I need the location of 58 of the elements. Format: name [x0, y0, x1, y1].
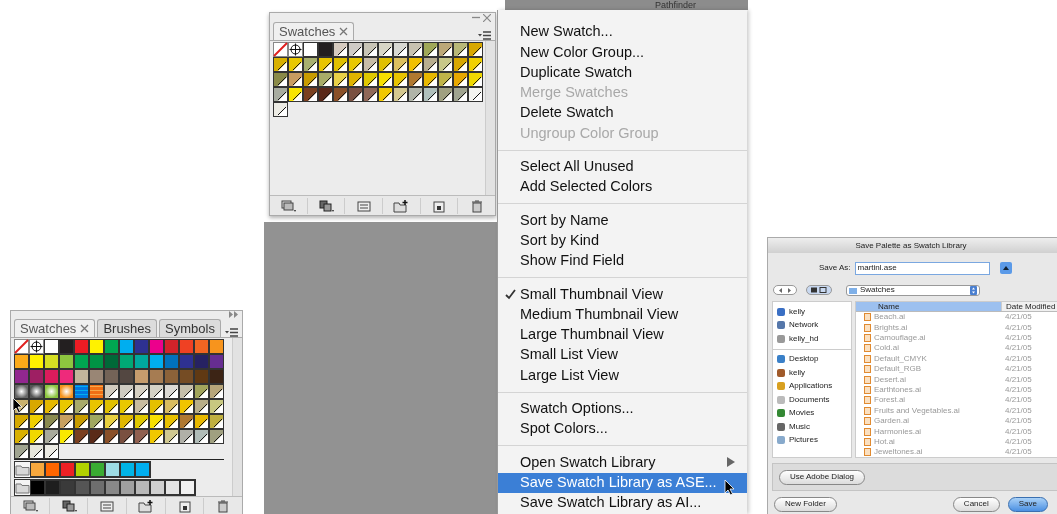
- file-date: 4/21/05: [1004, 321, 1032, 334]
- file-date: 4/21/05: [1004, 394, 1032, 407]
- file-date: 4/21/05: [1004, 352, 1032, 365]
- menu-item[interactable]: Save Swatch Library as ASE...: [498, 472, 747, 493]
- file-date: 4/21/05: [1004, 311, 1032, 324]
- file-date: 4/21/05: [1004, 332, 1032, 344]
- panel-title: Pathfinder: [655, 0, 697, 10]
- menu-item[interactable]: New Color Group...: [498, 42, 747, 63]
- menu-item[interactable]: Delete Swatch: [498, 103, 747, 124]
- dialog-button[interactable]: Save: [1007, 496, 1048, 512]
- menu-item[interactable]: Select All Unused: [498, 156, 747, 178]
- menu-item[interactable]: Show Find Field: [498, 250, 747, 272]
- dialog-button[interactable]: New Folder: [774, 496, 837, 512]
- sidebar-item[interactable]: kelly: [773, 366, 851, 380]
- sidebar-item[interactable]: kelly_hd: [773, 332, 851, 346]
- sidebar-item[interactable]: Documents: [773, 393, 851, 407]
- file-date: 4/21/05: [1004, 404, 1032, 417]
- file-date: 4/21/05: [1004, 363, 1032, 376]
- menu-item[interactable]: Spot Colors...: [498, 419, 747, 440]
- sidebar-item[interactable]: Movies: [773, 406, 851, 420]
- file-date: 4/21/05: [1004, 446, 1032, 459]
- sidebar-item[interactable]: Desktop: [773, 352, 851, 366]
- file-date: 4/21/05: [1004, 435, 1032, 448]
- sidebar-item[interactable]: Music: [773, 420, 851, 434]
- menu-item[interactable]: Add Selected Colors: [498, 177, 747, 198]
- menu-item[interactable]: Sort by Name: [498, 210, 747, 231]
- file-date: 4/21/05: [1004, 383, 1032, 396]
- save-as-field[interactable]: martinl.ase: [854, 261, 990, 275]
- panel-tab[interactable]: Swatches: [14, 319, 96, 338]
- sidebar-item[interactable]: Applications: [773, 379, 851, 393]
- save-as-label: Save As:: [819, 262, 851, 274]
- menu-item[interactable]: Large Thumbnail View: [498, 324, 747, 346]
- menu-item[interactable]: New Swatch...: [498, 22, 747, 43]
- dialog-button[interactable]: Cancel: [952, 496, 1000, 512]
- menu-item[interactable]: Duplicate Swatch: [498, 62, 747, 83]
- sidebar-item[interactable]: kelly: [773, 305, 851, 319]
- file-date: 4/21/05: [1004, 373, 1032, 386]
- location-popup[interactable]: Swatches: [846, 284, 980, 296]
- panel-tab[interactable]: Symbols: [159, 319, 221, 338]
- panel-tab[interactable]: Brushes: [97, 319, 158, 338]
- dialog-title: Save Palette as Swatch Library: [768, 238, 1057, 253]
- menu-item[interactable]: Swatch Options...: [498, 398, 747, 420]
- menu-item[interactable]: Sort by Kind: [498, 230, 747, 251]
- dialog-button[interactable]: Use Adobe Dialog: [779, 469, 866, 485]
- sidebar-item[interactable]: Pictures: [773, 433, 851, 447]
- menu-item[interactable]: Small List View: [498, 345, 747, 366]
- menu-item[interactable]: Medium Thumbnail View: [498, 304, 747, 325]
- menu-item[interactable]: Large List View: [498, 365, 747, 386]
- panel-tab[interactable]: Swatches: [273, 22, 355, 40]
- file-date: 4/21/05: [1004, 415, 1032, 428]
- menu-item[interactable]: Small Thumbnail View: [498, 284, 747, 305]
- file-date: 4/21/05: [1004, 342, 1032, 355]
- file-date: 4/21/05: [1004, 425, 1032, 438]
- column-header[interactable]: Name: [856, 302, 1001, 311]
- column-header[interactable]: Date Modified: [1001, 302, 1057, 311]
- menu-item[interactable]: Open Swatch Library: [498, 452, 747, 473]
- sidebar-item[interactable]: Network: [773, 318, 851, 332]
- menu-item[interactable]: Save Swatch Library as AI...: [498, 492, 747, 514]
